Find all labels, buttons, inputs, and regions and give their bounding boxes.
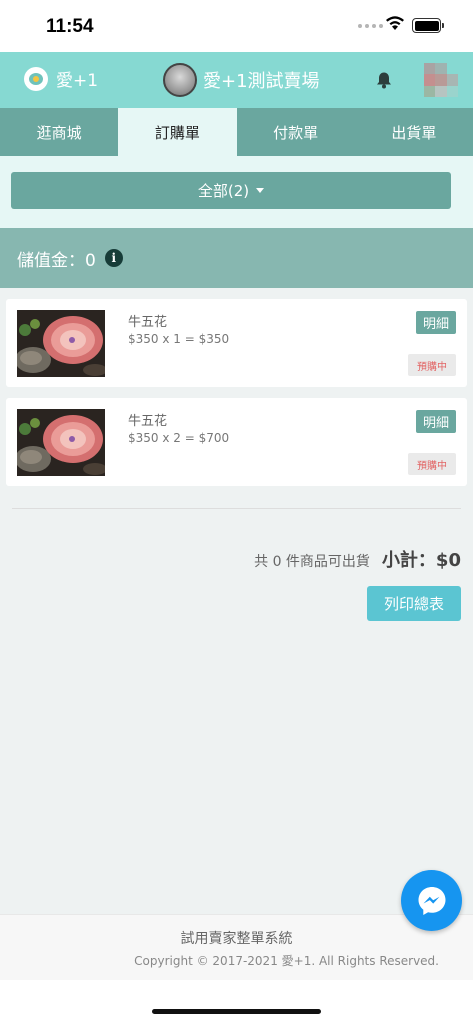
- brand-logo-icon: [24, 66, 48, 91]
- tab-shop[interactable]: 逛商城: [0, 108, 118, 156]
- messenger-button[interactable]: [401, 870, 462, 931]
- item-price: $350 x 2 = $700: [128, 431, 230, 445]
- status-badge: 預購中: [408, 354, 456, 376]
- summary-total: 小計：$0: [381, 550, 461, 571]
- bell-icon[interactable]: [376, 71, 392, 89]
- tab-orders[interactable]: 訂購單: [118, 108, 237, 156]
- order-summary: 共 0 件商品可出貨 小計：$0: [254, 546, 461, 572]
- signal-icon: [358, 24, 383, 28]
- filter-label: 全部(2): [197, 182, 250, 200]
- order-list: 牛五花 $350 x 1 = $350 明細 預購中 牛五花 $350 x 2 …: [0, 288, 473, 914]
- shop-selector[interactable]: 愛+1測試賣場: [163, 63, 320, 97]
- print-summary-button[interactable]: 列印總表: [367, 586, 461, 621]
- detail-button[interactable]: 明細: [415, 410, 456, 433]
- balance-bar: 儲值金：0 i: [0, 228, 473, 288]
- order-card: 牛五花 $350 x 2 = $700 明細 預購中: [6, 398, 467, 486]
- info-icon[interactable]: i: [104, 249, 123, 267]
- wifi-icon: [386, 16, 404, 30]
- shop-name: 愛+1測試賣場: [203, 71, 320, 92]
- footer: 試用賣家整單系統 Copyright © 2017-2021 愛+1. All …: [0, 914, 473, 980]
- item-name: 牛五花: [128, 414, 168, 429]
- home-indicator[interactable]: [152, 1009, 321, 1014]
- messenger-icon: [418, 886, 445, 915]
- order-card: 牛五花 $350 x 1 = $350 明細 預購中: [6, 299, 467, 387]
- status-time: 11:54: [46, 16, 94, 37]
- status-bar: 11:54: [0, 0, 473, 52]
- summary-count: 共 0 件商品可出貨: [254, 554, 370, 570]
- main-tabs: 逛商城 訂購單 付款單 出貨單: [0, 108, 473, 156]
- footer-copyright: Copyright © 2017-2021 愛+1. All Rights Re…: [134, 954, 439, 968]
- footer-title: 試用賣家整單系統: [180, 931, 293, 947]
- product-image[interactable]: [17, 310, 105, 377]
- user-avatar[interactable]: [424, 63, 458, 97]
- balance-text: 儲值金：0: [17, 250, 96, 271]
- top-header: 愛+1 愛+1測試賣場: [0, 52, 473, 108]
- tab-shipments[interactable]: 出貨單: [355, 108, 473, 156]
- shop-avatar: [163, 63, 197, 97]
- divider: [12, 508, 461, 509]
- item-price: $350 x 1 = $350: [128, 332, 230, 346]
- filter-dropdown[interactable]: 全部(2): [11, 172, 451, 209]
- status-badge: 預購中: [408, 453, 456, 475]
- product-image[interactable]: [17, 409, 105, 476]
- brand-home-link[interactable]: 愛+1: [24, 66, 98, 91]
- detail-button[interactable]: 明細: [415, 311, 456, 334]
- battery-icon: [412, 18, 444, 33]
- filter-area: 全部(2): [0, 156, 473, 228]
- tab-payments[interactable]: 付款單: [237, 108, 355, 156]
- caret-down-icon: [256, 188, 265, 193]
- bottom-safe-area: [0, 980, 473, 1024]
- item-name: 牛五花: [128, 315, 168, 330]
- brand-name: 愛+1: [56, 71, 99, 91]
